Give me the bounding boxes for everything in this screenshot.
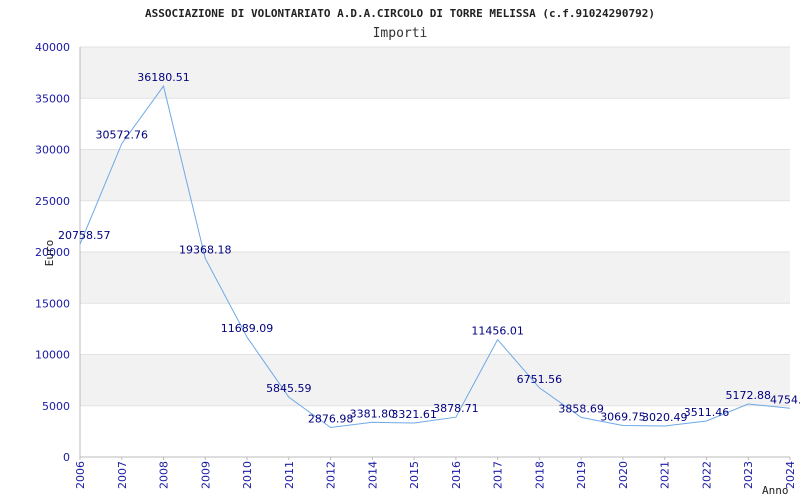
data-label: 5845.59	[266, 382, 312, 395]
grid-band	[80, 149, 790, 201]
y-tick-label: 35000	[35, 92, 70, 105]
x-tick-label: 2018	[533, 461, 546, 489]
x-tick-label: 2015	[408, 461, 421, 489]
data-label: 5172.88	[725, 389, 771, 402]
data-label: 2876.98	[308, 413, 354, 426]
grid-band	[80, 354, 790, 406]
data-label: 19368.18	[179, 243, 232, 256]
x-tick-label: 2020	[617, 461, 630, 489]
x-tick-label: 2010	[241, 461, 254, 489]
data-label: 3511.46	[684, 406, 730, 419]
data-label: 3878.71	[433, 402, 479, 415]
data-label: 11456.01	[471, 325, 524, 338]
y-tick-label: 15000	[35, 297, 70, 310]
x-tick-label: 2008	[158, 461, 171, 489]
chart-subtitle: Importi	[373, 26, 428, 41]
data-label: 3020.49	[642, 411, 688, 424]
data-label: 3858.69	[558, 402, 604, 415]
y-tick-label: 25000	[35, 195, 70, 208]
x-tick-label: 2016	[450, 461, 463, 489]
data-label: 6751.56	[517, 373, 563, 386]
data-label: 4754.2	[770, 393, 800, 406]
x-tick-label: 2011	[283, 461, 296, 489]
y-axis-label: Euro	[43, 240, 56, 267]
grid-bands	[80, 47, 790, 406]
x-tick-label: 2021	[659, 461, 672, 489]
data-label: 30572.76	[96, 129, 149, 142]
data-label: 20758.57	[58, 229, 111, 242]
data-label: 3381.80	[350, 407, 396, 420]
grid-band	[80, 252, 790, 304]
y-tick-label: 10000	[35, 349, 70, 362]
y-tick-label: 5000	[42, 400, 70, 413]
y-tick-label: 40000	[35, 41, 70, 54]
y-tick-label: 30000	[35, 144, 70, 157]
y-tick-label: 0	[63, 451, 70, 464]
x-tick-label: 2009	[199, 461, 212, 489]
data-label: 11689.09	[221, 322, 274, 335]
data-label: 3069.75	[600, 411, 646, 424]
x-axis-label: Anno	[762, 484, 789, 497]
data-label: 3321.61	[391, 408, 437, 421]
x-tick-label: 2012	[325, 461, 338, 489]
x-tick-label: 2007	[116, 461, 129, 489]
x-tick-label: 2022	[700, 461, 713, 489]
x-tick-label: 2023	[742, 461, 755, 489]
data-label: 36180.51	[137, 71, 190, 84]
x-tick-labels: 2006 2007 2008 2009 2010 2011 2012 2014 2015 2016…	[74, 457, 797, 489]
line-chart: ASSOCIAZIONE DI VOLONTARIATO A.D.A.CIRCO…	[35, 7, 800, 497]
x-tick-label: 2006	[74, 461, 87, 489]
chart-title: ASSOCIAZIONE DI VOLONTARIATO A.D.A.CIRCO…	[145, 7, 655, 20]
x-tick-label: 2019	[575, 461, 588, 489]
x-tick-label: 2014	[366, 461, 379, 489]
x-tick-label: 2017	[492, 461, 505, 489]
